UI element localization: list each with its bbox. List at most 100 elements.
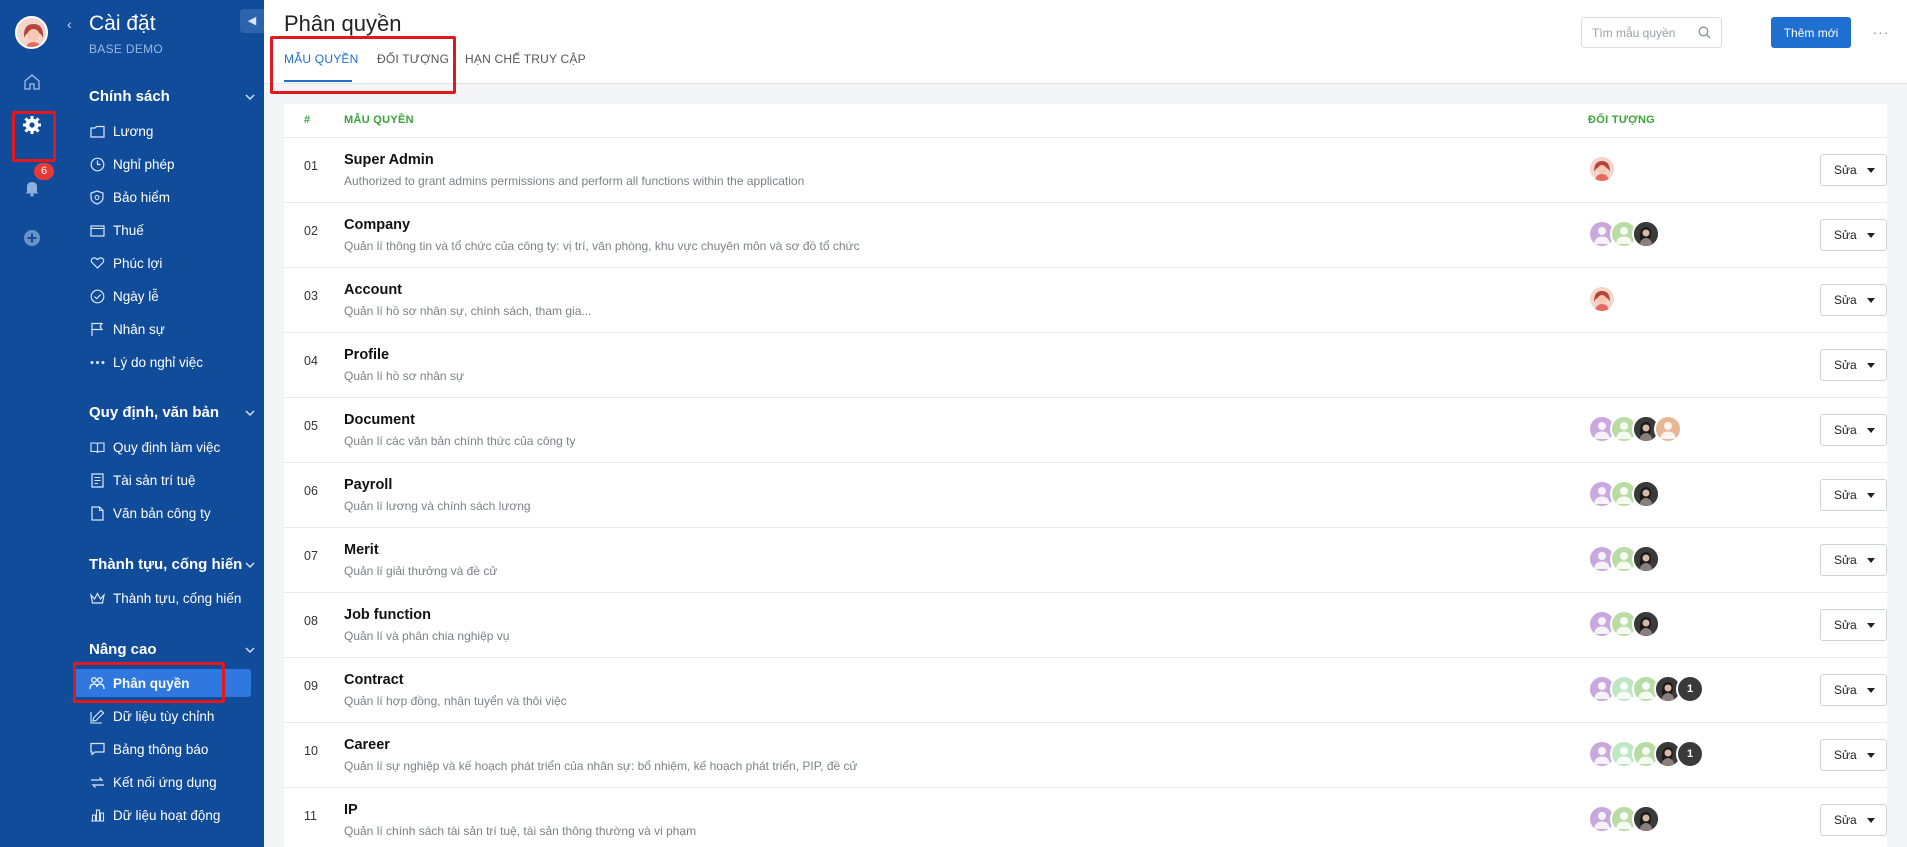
- role-name: Job function: [344, 607, 431, 623]
- heart-hand-icon: [89, 255, 105, 271]
- sidebar-item-label: Phúc lợi: [113, 255, 163, 271]
- sidebar-item-label: Lương: [113, 123, 154, 139]
- home-icon[interactable]: [17, 67, 47, 97]
- role-description: Quản lí giải thưởng và đề cử: [344, 564, 498, 578]
- edit-dropdown-button[interactable]: Sửa: [1820, 219, 1887, 251]
- row-index: 10: [304, 744, 318, 758]
- search-icon: [1698, 26, 1711, 39]
- role-name: Account: [344, 282, 402, 298]
- add-new-button[interactable]: Thêm mới: [1771, 17, 1851, 48]
- section-thanh-tuu[interactable]: Thành tựu, cống hiến: [89, 556, 255, 573]
- role-description: Quản lí sự nghiệp và kế hoạch phát triển…: [344, 759, 858, 773]
- table-row[interactable]: 06 Payroll Quản lí lương và chính sách lươ…: [284, 462, 1887, 527]
- table-row[interactable]: 04 Profile Quản lí hồ sơ nhân sự Sửa: [284, 332, 1887, 397]
- sidebar-title: Cài đặt: [89, 12, 156, 35]
- edit-dropdown-button[interactable]: Sửa: [1820, 674, 1887, 706]
- table-row[interactable]: 07 Merit Quản lí giải thưởng và đề cử Sửa: [284, 527, 1887, 592]
- assignee-avatar[interactable]: [1632, 220, 1660, 248]
- caret-down-icon: [1866, 427, 1875, 433]
- users-icon: [89, 675, 105, 691]
- collapse-sidebar-button[interactable]: ◀: [240, 9, 264, 33]
- table-row[interactable]: 08 Job function Quản lí và phân chia nghiệ…: [284, 592, 1887, 657]
- role-name: Company: [344, 217, 411, 233]
- assignee-avatar[interactable]: [1588, 155, 1616, 183]
- table-row[interactable]: 09 Contract Quản lí hợp đồng, nhận tuyển v…: [284, 657, 1887, 722]
- assignee-avatar[interactable]: [1632, 480, 1660, 508]
- table-row[interactable]: 11 IP Quản lí chính sách tài sản trí tuệ, …: [284, 787, 1887, 847]
- row-index: 06: [304, 484, 318, 498]
- assignee-list: 1: [1588, 675, 1704, 705]
- more-options-button[interactable]: ···: [1871, 24, 1891, 42]
- caret-down-icon: [1866, 752, 1875, 758]
- edit-dropdown-button[interactable]: Sửa: [1820, 739, 1887, 771]
- edit-dropdown-button[interactable]: Sửa: [1820, 154, 1887, 186]
- main-content: Phân quyền MẪU QUYỀN ĐỐI TƯỢNG HẠN CHẾ T…: [264, 0, 1907, 847]
- caret-down-icon: [1866, 687, 1875, 693]
- row-index: 09: [304, 679, 318, 693]
- table-row[interactable]: 05 Document Quản lí các văn bản chính thức…: [284, 397, 1887, 462]
- gear-icon[interactable]: [17, 110, 47, 140]
- role-name: Contract: [344, 672, 404, 688]
- role-name: Career: [344, 737, 390, 753]
- more-assignees-count[interactable]: 1: [1676, 675, 1704, 703]
- sidebar-item-label: Nhân sự: [113, 321, 165, 337]
- sidebar-item-label: Văn bản công ty: [113, 505, 211, 521]
- role-name: Super Admin: [344, 152, 434, 168]
- assignee-avatar[interactable]: [1632, 545, 1660, 573]
- edit-label: Sửa: [1834, 358, 1857, 372]
- assignee-avatar[interactable]: [1632, 610, 1660, 638]
- column-header-index: #: [304, 114, 311, 126]
- tab-han-che-truy-cap[interactable]: HẠN CHẾ TRUY CẬP: [465, 52, 586, 66]
- row-index: 02: [304, 224, 318, 238]
- table-row[interactable]: 02 Company Quản lí thông tin và tổ chức củ…: [284, 202, 1887, 267]
- file-icon: [89, 505, 105, 521]
- chevron-down-icon: [245, 646, 255, 653]
- role-name: Payroll: [344, 477, 393, 493]
- sidebar-item-label: Thuế: [113, 222, 144, 238]
- user-avatar[interactable]: [15, 16, 48, 49]
- search-placeholder: Tìm mẫu quyền: [1592, 25, 1676, 40]
- permission-table: # MẪU QUYỀN ĐỐI TƯỢNG 01 Super Admin Autho…: [284, 104, 1887, 847]
- assignee-avatar[interactable]: [1654, 415, 1682, 443]
- search-input[interactable]: Tìm mẫu quyền: [1581, 17, 1722, 48]
- section-quy-dinh-van-ban[interactable]: Quy định, văn bản: [89, 404, 255, 421]
- table-row[interactable]: 10 Career Quản lí sự nghiệp và kế hoạch ph…: [284, 722, 1887, 787]
- sidebar-item-phan-quyen[interactable]: Phân quyền: [73, 669, 251, 697]
- active-tab-indicator: [284, 80, 352, 82]
- row-index: 05: [304, 419, 318, 433]
- edit-label: Sửa: [1834, 228, 1857, 242]
- edit-dropdown-button[interactable]: Sửa: [1820, 284, 1887, 316]
- edit-dropdown-button[interactable]: Sửa: [1820, 609, 1887, 641]
- assignee-list: [1588, 415, 1682, 445]
- back-chevron-icon[interactable]: ‹: [67, 17, 81, 31]
- edit-dropdown-button[interactable]: Sửa: [1820, 479, 1887, 511]
- section-chinh-sach[interactable]: Chính sách: [89, 88, 255, 105]
- assignee-list: [1588, 220, 1660, 250]
- edit-dropdown-button[interactable]: Sửa: [1820, 544, 1887, 576]
- chevron-down-icon: [245, 561, 255, 568]
- tab-mau-quyen[interactable]: MẪU QUYỀN: [284, 52, 358, 66]
- more-assignees-count[interactable]: 1: [1676, 740, 1704, 768]
- wallet-icon: [89, 222, 105, 238]
- role-description: Quản lí hợp đồng, nhận tuyển và thôi việ…: [344, 694, 567, 708]
- dots-icon: [89, 354, 105, 370]
- icon-rail: 6: [0, 0, 63, 847]
- role-name: IP: [344, 802, 358, 818]
- assignee-avatar[interactable]: [1588, 285, 1616, 313]
- table-row[interactable]: 01 Super Admin Authorized to grant admins …: [284, 137, 1887, 202]
- chevron-down-icon: [245, 93, 255, 100]
- sidebar-item-label: Quy định làm việc: [113, 439, 221, 455]
- sidebar-item-label: Phân quyền: [113, 675, 190, 691]
- page-header: Phân quyền MẪU QUYỀN ĐỐI TƯỢNG HẠN CHẾ T…: [264, 0, 1907, 94]
- edit-dropdown-button[interactable]: Sửa: [1820, 804, 1887, 836]
- table-row[interactable]: 03 Account Quản lí hồ sơ nhân sự, chính sá…: [284, 267, 1887, 332]
- check-circle-icon: [89, 288, 105, 304]
- assignee-avatar[interactable]: [1632, 805, 1660, 833]
- edit-dropdown-button[interactable]: Sửa: [1820, 349, 1887, 381]
- edit-dropdown-button[interactable]: Sửa: [1820, 414, 1887, 446]
- row-index: 07: [304, 549, 318, 563]
- tab-doi-tuong[interactable]: ĐỐI TƯỢNG: [377, 52, 449, 66]
- add-circle-icon[interactable]: [17, 223, 47, 253]
- caret-down-icon: [1866, 167, 1875, 173]
- section-nang-cao[interactable]: Nâng cao: [89, 641, 255, 658]
